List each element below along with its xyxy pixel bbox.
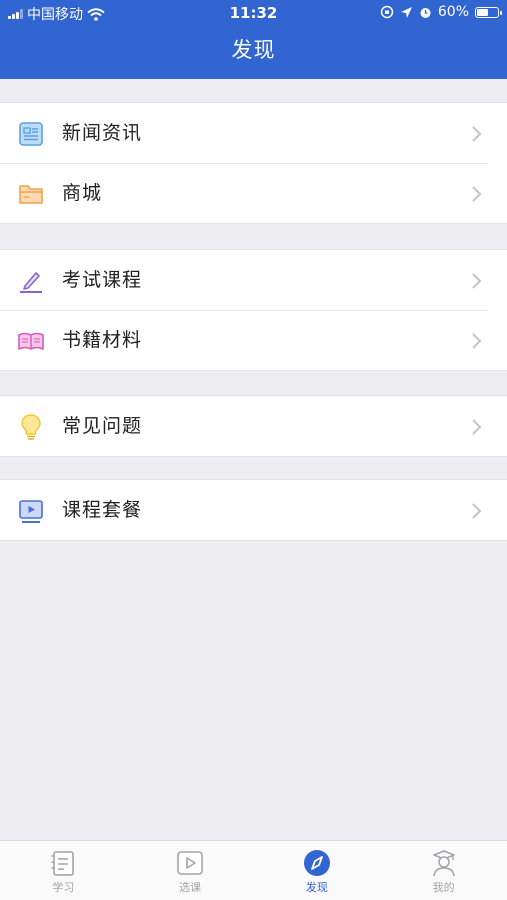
menu-item-news[interactable]: 新闻资讯	[0, 103, 507, 163]
menu-item-mall[interactable]: 商城	[0, 163, 507, 223]
chevron-right-icon	[472, 333, 482, 349]
folder-icon	[19, 185, 43, 204]
chevron-right-icon	[472, 186, 482, 202]
chevron-right-icon	[472, 419, 482, 435]
chevron-right-icon	[472, 503, 482, 519]
video-play-icon	[19, 500, 43, 523]
menu-group-faq: 常见问题	[0, 395, 507, 457]
tab-discover[interactable]: 发现	[254, 841, 381, 900]
tab-label: 选课	[179, 881, 202, 894]
battery-percent: 60%	[437, 4, 469, 20]
lightbulb-icon	[21, 414, 41, 440]
tab-study[interactable]: 学习	[0, 841, 127, 900]
tab-label: 我的	[432, 881, 455, 894]
tab-bar: 学习 选课 发现 我的	[0, 840, 507, 900]
tab-choose-course[interactable]: 选课	[127, 841, 254, 900]
menu-item-label: 课程套餐	[62, 499, 143, 521]
navigation-bar: 中国移动 11:32 60% 发现	[0, 0, 507, 79]
rotation-lock-icon	[380, 5, 394, 19]
status-bar: 中国移动 11:32 60%	[0, 0, 507, 26]
tab-label: 发现	[305, 881, 328, 894]
newspaper-icon	[19, 122, 43, 146]
chevron-right-icon	[472, 126, 482, 142]
menu-group-courses-books: 考试课程 书籍材料	[0, 249, 507, 371]
tab-mine[interactable]: 我的	[380, 841, 507, 900]
menu-group-packages: 课程套餐	[0, 479, 507, 541]
alarm-icon	[420, 7, 431, 18]
menu-item-label: 常见问题	[62, 415, 143, 437]
menu-item-label: 考试课程	[62, 269, 143, 291]
battery-icon	[475, 6, 502, 18]
menu-item-label: 书籍材料	[62, 329, 143, 351]
notebook-icon	[51, 851, 75, 876]
play-square-icon	[177, 851, 203, 875]
chevron-right-icon	[472, 273, 482, 289]
menu-item-books[interactable]: 书籍材料	[0, 310, 507, 370]
menu-group-news-mall: 新闻资讯 商城	[0, 102, 507, 224]
compass-icon	[303, 850, 330, 876]
menu-item-faq[interactable]: 常见问题	[0, 396, 507, 456]
open-book-icon	[18, 332, 44, 350]
menu-item-course-packages[interactable]: 课程套餐	[0, 480, 507, 540]
menu-item-label: 商城	[62, 182, 103, 204]
menu-item-label: 新闻资讯	[62, 122, 143, 144]
tab-label: 学习	[52, 881, 75, 894]
page-title: 发现	[231, 38, 276, 62]
pencil-icon	[20, 272, 42, 293]
graduate-avatar-icon	[432, 850, 455, 877]
location-arrow-icon	[400, 6, 412, 18]
menu-item-exam-courses[interactable]: 考试课程	[0, 250, 507, 310]
